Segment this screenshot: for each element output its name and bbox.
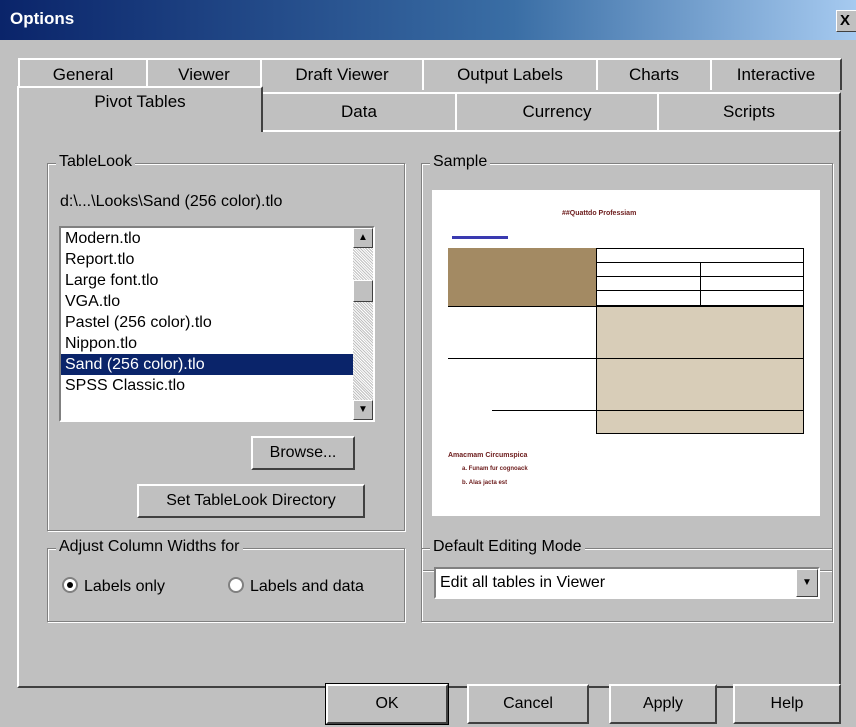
browse-button-label: Browse...: [269, 444, 337, 461]
cancel-button[interactable]: Cancel: [467, 684, 589, 724]
sample-group-label: Sample: [430, 153, 491, 171]
sample-footnote-a: a. Funam fur cognoack: [462, 466, 528, 472]
radio-dot-icon: [62, 577, 78, 593]
tablelook-listbox[interactable]: Modern.tlo Report.tlo Large font.tlo VGA…: [59, 226, 375, 422]
apply-button[interactable]: Apply: [609, 684, 717, 724]
tab-draft-viewer[interactable]: Draft Viewer: [260, 58, 424, 90]
tab-pivot-tables[interactable]: Pivot Tables: [17, 86, 263, 132]
tab-label: Draft Viewer: [295, 65, 389, 84]
list-item[interactable]: Large font.tlo: [61, 270, 373, 291]
tab-label: Viewer: [178, 65, 230, 84]
sample-data-body: [596, 306, 804, 434]
list-item-selected[interactable]: Sand (256 color).tlo: [61, 354, 353, 375]
browse-button[interactable]: Browse...: [251, 436, 355, 470]
sample-footnote-b: b. Alas jacta est: [462, 480, 508, 486]
tab-label: Currency: [522, 102, 592, 121]
radio-labels-and-data[interactable]: Labels and data: [228, 577, 364, 596]
sample-table-title: ##Quattdo Professiam: [562, 210, 637, 217]
list-item[interactable]: Pastel (256 color).tlo: [61, 312, 373, 333]
ok-label: OK: [375, 695, 399, 712]
radio-label: Labels and data: [250, 578, 364, 595]
radio-label: Labels only: [84, 578, 165, 595]
tab-charts[interactable]: Charts: [596, 58, 712, 90]
list-item[interactable]: Nippon.tlo: [61, 333, 373, 354]
scroll-down-icon[interactable]: ▼: [353, 400, 373, 420]
tab-label: Scripts: [723, 102, 775, 121]
help-label: Help: [770, 695, 804, 712]
editing-mode-value: Edit all tables in Viewer: [440, 574, 606, 591]
tab-label: General: [52, 65, 114, 84]
listbox-scrollbar[interactable]: ▲ ▼: [353, 228, 373, 420]
tab-interactive[interactable]: Interactive: [710, 58, 842, 90]
sample-divider: [448, 358, 804, 359]
close-icon[interactable]: X: [836, 10, 856, 32]
window-title: Options: [10, 9, 75, 28]
ok-button[interactable]: OK: [325, 683, 449, 725]
title-bar: Options X: [0, 0, 856, 40]
apply-label: Apply: [642, 695, 684, 712]
sample-row-header: [448, 306, 596, 434]
scroll-thumb[interactable]: [353, 280, 373, 302]
tab-label: Data: [341, 102, 377, 121]
sample-divider: [492, 410, 804, 411]
radio-dot-icon: [228, 577, 244, 593]
tablelook-path: d:\...\Looks\Sand (256 color).tlo: [60, 193, 283, 210]
sample-corner-fill: [448, 248, 596, 306]
sample-footnote-title: Amacmam Circumspica: [448, 452, 528, 459]
tab-label: Interactive: [736, 65, 816, 84]
chevron-down-icon[interactable]: ▼: [796, 569, 818, 597]
tab-scripts[interactable]: Scripts: [657, 92, 841, 130]
set-tablelook-directory-button[interactable]: Set TableLook Directory: [137, 484, 365, 518]
tab-label: Output Labels: [457, 65, 563, 84]
sample-preview: ##Quattdo Professiam Amacmam Circumspica…: [432, 190, 820, 516]
sample-layer-label: [452, 236, 508, 239]
tab-label: Charts: [628, 65, 680, 84]
tablelook-group-label: TableLook: [56, 153, 135, 171]
editing-group-label: Default Editing Mode: [430, 538, 585, 556]
list-item[interactable]: Modern.tlo: [61, 228, 373, 249]
scroll-up-icon[interactable]: ▲: [353, 228, 373, 248]
tab-data[interactable]: Data: [261, 92, 457, 130]
tab-output-labels[interactable]: Output Labels: [422, 58, 598, 90]
set-dir-button-label: Set TableLook Directory: [166, 492, 336, 509]
list-item[interactable]: Report.tlo: [61, 249, 373, 270]
tab-label: Pivot Tables: [94, 92, 186, 111]
cancel-label: Cancel: [503, 695, 553, 712]
editing-mode-select[interactable]: Edit all tables in Viewer ▼: [434, 567, 820, 599]
adjust-group-label: Adjust Column Widths for: [56, 538, 243, 556]
tab-currency[interactable]: Currency: [455, 92, 659, 130]
radio-labels-only[interactable]: Labels only: [62, 577, 165, 596]
list-item[interactable]: VGA.tlo: [61, 291, 373, 312]
help-button[interactable]: Help: [733, 684, 841, 724]
list-item[interactable]: SPSS Classic.tlo: [61, 375, 373, 396]
